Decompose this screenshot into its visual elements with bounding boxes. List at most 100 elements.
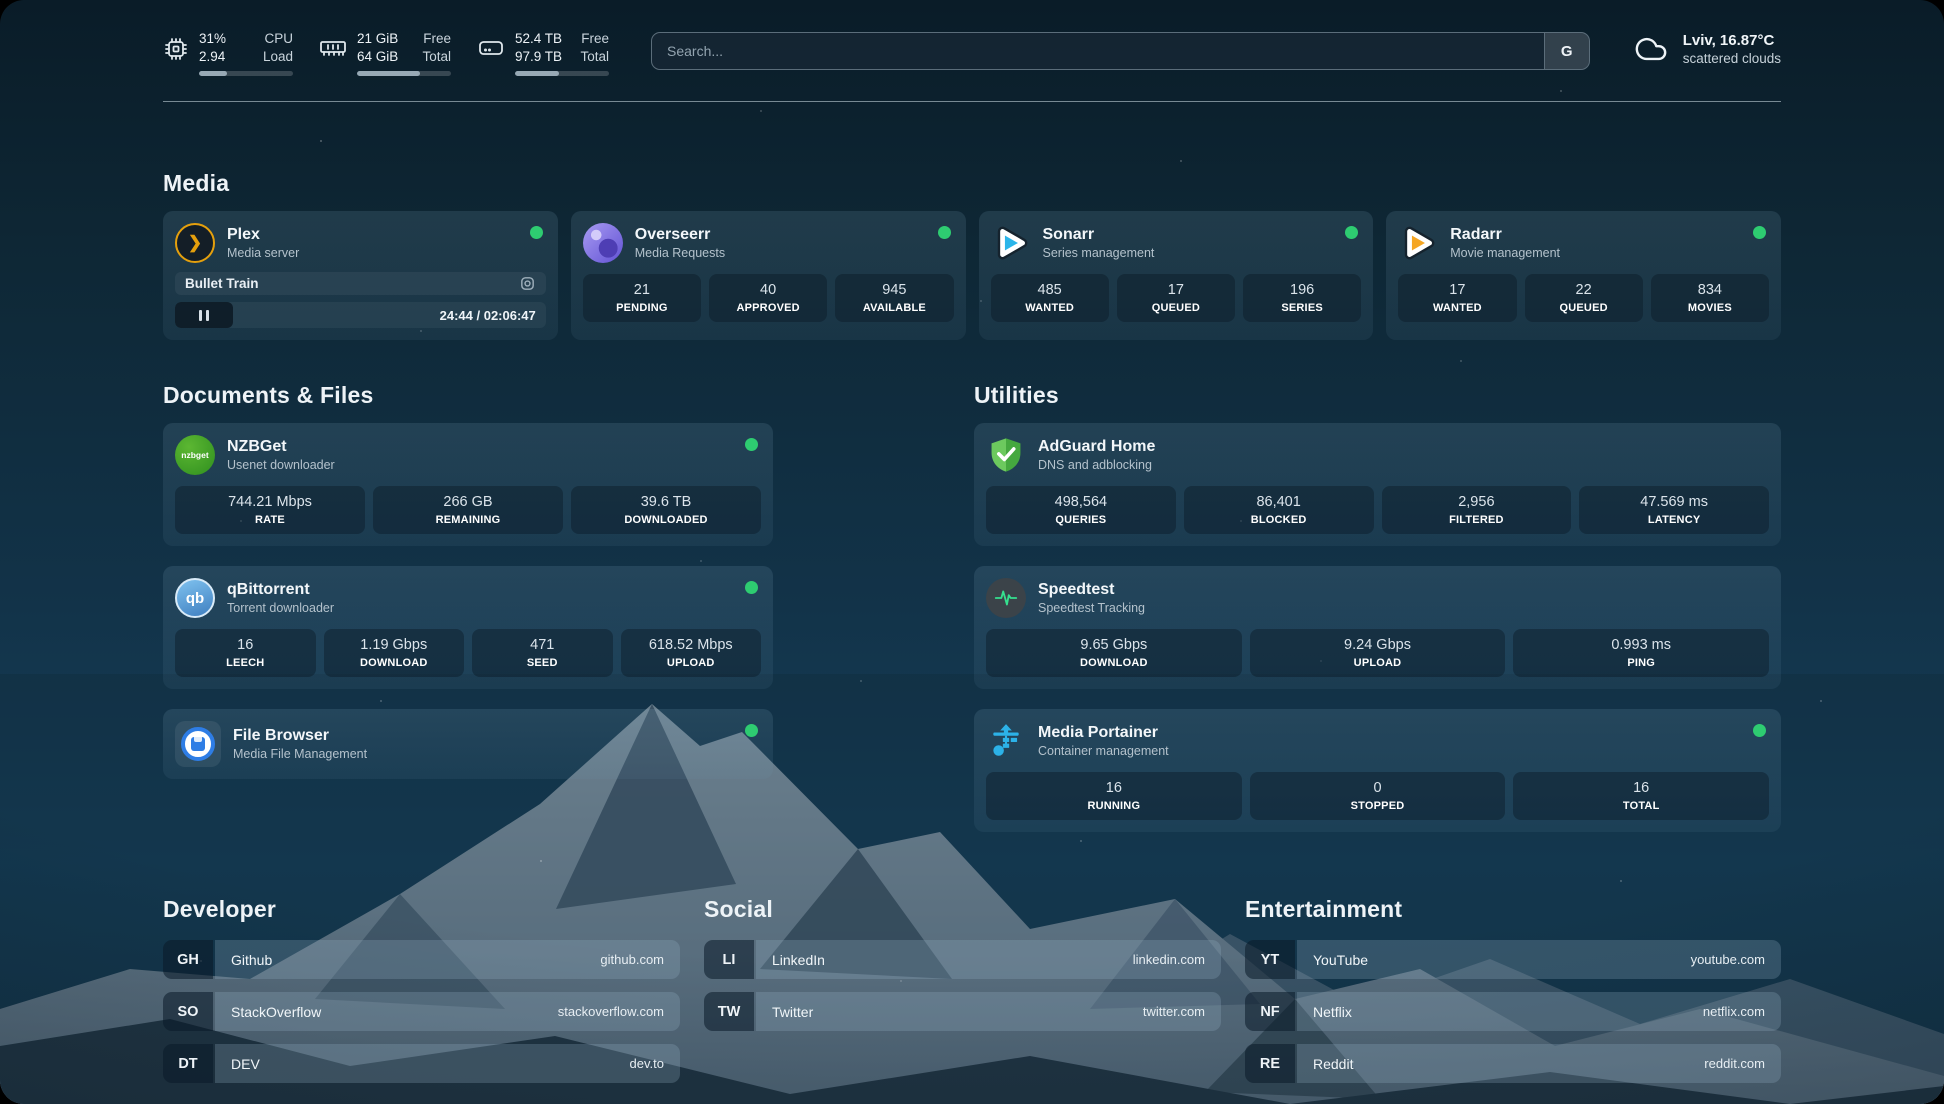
nzbget-subtitle: Usenet downloader bbox=[227, 458, 761, 472]
bookmark-stackoverflow[interactable]: SO StackOverflowstackoverflow.com bbox=[163, 992, 680, 1031]
settings-gear-icon[interactable] bbox=[519, 275, 536, 292]
linkedin-abbr-icon: LI bbox=[704, 940, 754, 979]
bookmark-dev[interactable]: DT DEVdev.to bbox=[163, 1044, 680, 1083]
bookmark-twitter[interactable]: TW Twittertwitter.com bbox=[704, 992, 1221, 1031]
bookmark-github[interactable]: GH Githubgithub.com bbox=[163, 940, 680, 979]
adguard-shield-icon bbox=[986, 435, 1026, 475]
search-bar[interactable]: G bbox=[651, 32, 1590, 70]
bookmark-youtube[interactable]: YT YouTubeyoutube.com bbox=[1245, 940, 1781, 979]
social-bookmarks: Social LI LinkedInlinkedin.com TW Twitte… bbox=[704, 896, 1221, 1096]
filebrowser-card[interactable]: File Browser Media File Management bbox=[163, 709, 773, 779]
cpu-load: 2.94 bbox=[199, 48, 225, 66]
stat-queued: 17QUEUED bbox=[1117, 274, 1235, 322]
media-section-title: Media bbox=[163, 170, 1781, 197]
stat-stopped: 0STOPPED bbox=[1250, 772, 1506, 820]
stat-total: 16TOTAL bbox=[1513, 772, 1769, 820]
qbittorrent-icon: qb bbox=[175, 578, 215, 618]
bookmark-name: YouTube bbox=[1313, 952, 1368, 968]
bookmark-name: Twitter bbox=[772, 1004, 813, 1020]
radarr-icon bbox=[1398, 223, 1438, 263]
radarr-name: Radarr bbox=[1450, 226, 1769, 244]
plex-progress-row: 24:44 / 02:06:47 bbox=[175, 302, 546, 328]
developer-bookmarks: Developer GH Githubgithub.com SO StackOv… bbox=[163, 896, 680, 1096]
qbittorrent-subtitle: Torrent downloader bbox=[227, 601, 761, 615]
sonarr-card[interactable]: Sonarr Series management 485WANTED 17QUE… bbox=[979, 211, 1374, 340]
sonarr-subtitle: Series management bbox=[1043, 246, 1362, 260]
entertainment-section-title: Entertainment bbox=[1245, 896, 1781, 923]
utilities-section-title: Utilities bbox=[974, 382, 1781, 409]
overseerr-icon bbox=[583, 223, 623, 263]
stat-wanted: 17WANTED bbox=[1398, 274, 1516, 322]
utilities-column: Utilities AdGuard Home DNS and adblocki bbox=[974, 382, 1781, 852]
bookmark-name: DEV bbox=[231, 1056, 260, 1072]
cpu-label-2: Load bbox=[263, 48, 293, 66]
stat-download: 1.19 GbpsDOWNLOAD bbox=[324, 629, 465, 677]
bookmark-name: Github bbox=[231, 952, 272, 968]
disk-label-2: Total bbox=[580, 48, 609, 66]
stat-upload: 618.52 MbpsUPLOAD bbox=[621, 629, 762, 677]
twitter-abbr-icon: TW bbox=[704, 992, 754, 1031]
stat-download: 9.65 GbpsDOWNLOAD bbox=[986, 629, 1242, 677]
speedtest-subtitle: Speedtest Tracking bbox=[1038, 601, 1769, 615]
disk-free: 52.4 TB bbox=[515, 30, 562, 48]
top-bar: 31%CPU 2.94Load 21 GiBFree 64 GiBTotal bbox=[0, 0, 1944, 76]
pause-button[interactable] bbox=[175, 302, 233, 328]
speedtest-card[interactable]: Speedtest Speedtest Tracking 9.65 GbpsDO… bbox=[974, 566, 1781, 689]
qbittorrent-status-indicator bbox=[745, 581, 758, 594]
developer-section-title: Developer bbox=[163, 896, 680, 923]
nzbget-icon: nzbget bbox=[175, 435, 215, 475]
disk-progress-fill bbox=[515, 71, 559, 76]
cpu-progress-track bbox=[199, 71, 293, 76]
weather-location: Lviv, 16.87°C bbox=[1683, 32, 1781, 49]
overseerr-status-indicator bbox=[938, 226, 951, 239]
entertainment-bookmarks: Entertainment YT YouTubeyoutube.com NF N… bbox=[1245, 896, 1781, 1096]
filebrowser-status-indicator bbox=[745, 724, 758, 737]
sonarr-name: Sonarr bbox=[1043, 226, 1362, 244]
radarr-card[interactable]: Radarr Movie management 17WANTED 22QUEUE… bbox=[1386, 211, 1781, 340]
bookmark-name: Reddit bbox=[1313, 1056, 1353, 1072]
plex-playback-time: 24:44 / 02:06:47 bbox=[440, 308, 546, 323]
bookmark-linkedin[interactable]: LI LinkedIn linkedin.com bbox=[704, 940, 1221, 979]
ram-progress-fill bbox=[357, 71, 420, 76]
filebrowser-subtitle: Media File Management bbox=[233, 747, 761, 761]
ram-progress-track bbox=[357, 71, 451, 76]
speedtest-name: Speedtest bbox=[1038, 581, 1769, 599]
stat-running: 16RUNNING bbox=[986, 772, 1242, 820]
adguard-name: AdGuard Home bbox=[1038, 438, 1769, 456]
portainer-subtitle: Container management bbox=[1038, 744, 1769, 758]
plex-card[interactable]: ❯ Plex Media server Bullet Train bbox=[163, 211, 558, 340]
qbittorrent-name: qBittorrent bbox=[227, 581, 761, 599]
cpu-label-1: CPU bbox=[264, 30, 293, 48]
search-engine-button[interactable]: G bbox=[1544, 33, 1589, 69]
nzbget-card[interactable]: nzbget NZBGet Usenet downloader 744.21 M… bbox=[163, 423, 773, 546]
plex-now-playing-title: Bullet Train bbox=[185, 276, 259, 291]
plex-icon: ❯ bbox=[175, 223, 215, 263]
portainer-name: Media Portainer bbox=[1038, 724, 1769, 742]
bookmark-name: LinkedIn bbox=[772, 952, 825, 968]
documents-section-title: Documents & Files bbox=[163, 382, 773, 409]
radarr-status-indicator bbox=[1753, 226, 1766, 239]
bookmark-reddit[interactable]: RE Redditreddit.com bbox=[1245, 1044, 1781, 1083]
youtube-abbr-icon: YT bbox=[1245, 940, 1295, 979]
ram-free: 21 GiB bbox=[357, 30, 398, 48]
media-grid: ❯ Plex Media server Bullet Train bbox=[163, 211, 1781, 340]
bookmark-netflix[interactable]: NF Netflixnetflix.com bbox=[1245, 992, 1781, 1031]
stat-seed: 471SEED bbox=[472, 629, 613, 677]
weather-widget: Lviv, 16.87°C scattered clouds bbox=[1632, 32, 1781, 66]
stat-queries: 498,564QUERIES bbox=[986, 486, 1176, 534]
disk-icon bbox=[477, 36, 505, 65]
portainer-card[interactable]: Media Portainer Container management 16R… bbox=[974, 709, 1781, 832]
stat-wanted: 485WANTED bbox=[991, 274, 1109, 322]
plex-name: Plex bbox=[227, 226, 546, 244]
adguard-card[interactable]: AdGuard Home DNS and adblocking 498,564Q… bbox=[974, 423, 1781, 546]
stat-movies: 834MOVIES bbox=[1651, 274, 1769, 322]
qbittorrent-card[interactable]: qb qBittorrent Torrent downloader 16LEEC… bbox=[163, 566, 773, 689]
cpu-widget: 31%CPU 2.94Load bbox=[163, 30, 293, 76]
filebrowser-icon bbox=[175, 721, 221, 767]
filebrowser-name: File Browser bbox=[233, 727, 761, 745]
sonarr-icon bbox=[991, 223, 1031, 263]
search-input[interactable] bbox=[652, 33, 1544, 69]
bookmark-url: linkedin.com bbox=[1133, 952, 1205, 967]
overseerr-card[interactable]: Overseerr Media Requests 21PENDING 40APP… bbox=[571, 211, 966, 340]
stat-blocked: 86,401BLOCKED bbox=[1184, 486, 1374, 534]
